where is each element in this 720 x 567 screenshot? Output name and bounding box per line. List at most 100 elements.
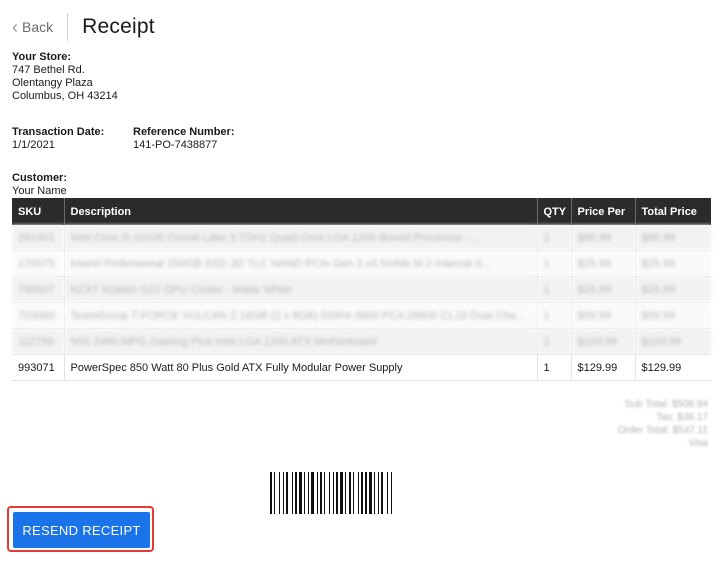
table-row: 261461 Intel Core i5-10105 Comet Lake 3.… bbox=[12, 225, 711, 251]
cell-price-per: $85.99 bbox=[571, 225, 636, 251]
barcode-bar bbox=[374, 472, 375, 514]
header-divider bbox=[67, 13, 69, 41]
cell-price-per: $129.99 bbox=[571, 354, 636, 381]
table-row: 993071 PowerSpec 850 Watt 80 Plus Gold A… bbox=[12, 354, 711, 381]
barcode-bar bbox=[286, 472, 288, 514]
barcode-bar bbox=[381, 472, 383, 514]
tax-text: Tax: $38.17 bbox=[656, 412, 708, 423]
barcode-bar bbox=[391, 472, 392, 514]
store-info: Your Store: 747 Bethel Rd. Olentangy Pla… bbox=[12, 51, 118, 103]
receipt-header: ‹ Back Receipt bbox=[12, 12, 155, 42]
col-header-sku: SKU bbox=[12, 198, 65, 225]
table-row: 799007 NZXT Kraken G12 GPU Cooler - Matt… bbox=[12, 276, 711, 303]
cell-total-price: $58.99 bbox=[635, 302, 711, 329]
barcode-bar bbox=[361, 472, 363, 514]
col-header-qty: QTY bbox=[537, 198, 572, 225]
table-row: 170075 Inland Professional 256GB SSD 3D … bbox=[12, 250, 711, 277]
barcode-bar bbox=[340, 472, 343, 514]
barcode-bar bbox=[317, 472, 318, 514]
chevron-left-icon: ‹ bbox=[12, 17, 18, 37]
barcode-bar bbox=[365, 472, 367, 514]
store-address-line3: Columbus, OH 43214 bbox=[12, 90, 118, 102]
col-header-description: Description bbox=[64, 198, 538, 225]
customer-info: Customer: Your Name bbox=[12, 172, 67, 198]
cell-description: NZXT Kraken G12 GPU Cooler - Matte White bbox=[64, 276, 538, 303]
reference-number-label: Reference Number: bbox=[133, 126, 235, 138]
barcode-bar bbox=[333, 472, 334, 514]
barcode-bar bbox=[283, 472, 284, 514]
barcode-bar bbox=[324, 472, 325, 514]
cell-qty: 1 bbox=[537, 328, 572, 355]
store-address-line2: Olentangy Plaza bbox=[12, 77, 93, 89]
barcode-bar bbox=[345, 472, 346, 514]
cell-qty: 1 bbox=[537, 250, 572, 277]
barcode-bar bbox=[279, 472, 280, 514]
cell-price-per: $169.99 bbox=[571, 328, 636, 355]
barcode-bar bbox=[270, 472, 272, 514]
barcode-bar bbox=[311, 472, 314, 514]
cell-price-per: $25.99 bbox=[571, 250, 636, 277]
barcode-bar bbox=[320, 472, 322, 514]
cell-sku: 170075 bbox=[12, 250, 65, 277]
cell-total-price: $25.99 bbox=[635, 276, 711, 303]
cell-description: TeamGroup T-FORCE VULCAN Z 16GB (2 x 8GB… bbox=[64, 302, 538, 329]
barcode-bar bbox=[274, 472, 275, 514]
barcode-bar bbox=[329, 472, 330, 514]
barcode-bar bbox=[353, 472, 354, 514]
transaction-date-value: 1/1/2021 bbox=[12, 139, 55, 151]
order-total-text: Order Total: $547.11 bbox=[617, 425, 708, 436]
back-button[interactable]: ‹ Back bbox=[12, 18, 53, 36]
store-address-line1: 747 Bethel Rd. bbox=[12, 64, 85, 76]
store-label: Your Store: bbox=[12, 51, 72, 63]
cell-total-price: $25.99 bbox=[635, 250, 711, 277]
cell-total-price: $169.99 bbox=[635, 328, 711, 355]
col-header-total-price: Total Price bbox=[635, 198, 711, 225]
barcode-bar bbox=[292, 472, 293, 514]
barcode-image bbox=[270, 472, 392, 514]
barcode-bar bbox=[299, 472, 302, 514]
reference-number-value: 141-PO-7438877 bbox=[133, 139, 218, 151]
page-title: Receipt bbox=[82, 15, 155, 38]
cell-sku: 112789 bbox=[12, 328, 65, 355]
barcode-bar bbox=[336, 472, 338, 514]
barcode-bar bbox=[349, 472, 351, 514]
cell-qty: 1 bbox=[537, 225, 572, 251]
barcode-bar bbox=[369, 472, 372, 514]
reference-number-info: Reference Number: 141-PO-7438877 bbox=[133, 126, 234, 152]
table-header-row: SKU Description QTY Price Per Total Pric… bbox=[12, 198, 711, 225]
order-totals: Sub Total: $508.94 Tax: $38.17 Order Tot… bbox=[618, 398, 708, 450]
barcode-bar bbox=[358, 472, 359, 514]
cell-description: Inland Professional 256GB SSD 3D TLC NAN… bbox=[64, 250, 538, 277]
payment-method-text: Visa bbox=[688, 438, 708, 449]
cell-qty: 1 bbox=[537, 276, 572, 303]
transaction-date-label: Transaction Date: bbox=[12, 126, 105, 138]
cell-qty: 1 bbox=[537, 302, 572, 329]
cell-sku: 703060 bbox=[12, 302, 65, 329]
customer-name: Your Name bbox=[12, 185, 67, 197]
barcode-bar bbox=[387, 472, 388, 514]
cell-description: Intel Core i5-10105 Comet Lake 3.7GHz Qu… bbox=[64, 225, 538, 251]
customer-label: Customer: bbox=[12, 172, 68, 184]
barcode-bar bbox=[295, 472, 297, 514]
barcode-bar bbox=[308, 472, 309, 514]
cell-sku: 993071 bbox=[12, 354, 65, 381]
cell-sku: 261461 bbox=[12, 225, 65, 251]
cell-price-per: $58.99 bbox=[571, 302, 636, 329]
cell-description: PowerSpec 850 Watt 80 Plus Gold ATX Full… bbox=[64, 354, 538, 381]
barcode-bar bbox=[378, 472, 379, 514]
cell-qty: 1 bbox=[537, 354, 572, 381]
transaction-date-info: Transaction Date: 1/1/2021 bbox=[12, 126, 104, 152]
subtotal-text: Sub Total: $508.94 bbox=[624, 399, 708, 410]
barcode-bar bbox=[304, 472, 305, 514]
resend-receipt-button[interactable]: RESEND RECEIPT bbox=[13, 512, 150, 548]
cell-total-price: $85.99 bbox=[635, 225, 711, 251]
receipt-items-table: SKU Description QTY Price Per Total Pric… bbox=[12, 198, 711, 381]
table-row: 112789 MSI Z490 MPG Gaming Plus Intel LG… bbox=[12, 328, 711, 355]
cell-total-price: $129.99 bbox=[635, 354, 711, 381]
table-row: 703060 TeamGroup T-FORCE VULCAN Z 16GB (… bbox=[12, 302, 711, 329]
back-label: Back bbox=[22, 19, 54, 35]
col-header-price-per: Price Per bbox=[571, 198, 636, 225]
cell-description: MSI Z490 MPG Gaming Plus Intel LGA 1200 … bbox=[64, 328, 538, 355]
cell-sku: 799007 bbox=[12, 276, 65, 303]
cell-price-per: $25.99 bbox=[571, 276, 636, 303]
